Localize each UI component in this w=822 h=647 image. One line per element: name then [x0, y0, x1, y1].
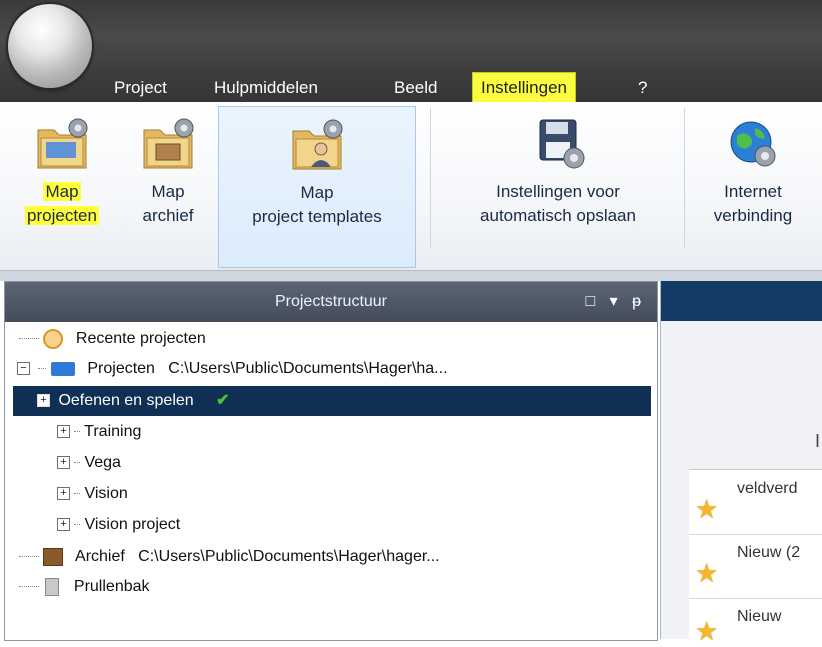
ribbon-separator	[430, 108, 431, 248]
folder-template-icon	[292, 119, 343, 170]
tree-label: Archief	[75, 548, 125, 565]
tree-item-training[interactable]: + Training	[57, 417, 141, 447]
map-projecten-button[interactable]: Map projecten	[4, 106, 120, 266]
tree-label: Oefenen en spelen	[58, 392, 194, 409]
list-item-text: Nieuw	[737, 608, 782, 625]
tree-connector	[74, 493, 80, 495]
tree-item-projecten[interactable]: − Projecten C:\Users\Public\Documents\Ha…	[17, 354, 448, 384]
ribbon: Map projecten Map archief Map project te…	[0, 102, 822, 271]
panel-tools: □ ▾ ᵽ	[575, 282, 641, 322]
right-panel-edge-letter: I	[815, 431, 821, 451]
map-archief-label-2: archief	[142, 206, 194, 225]
window-icon[interactable]: □	[585, 282, 595, 322]
menu-hulpmiddelen[interactable]: Hulpmiddelen	[206, 74, 326, 102]
tree-item-vision-project[interactable]: + Vision project	[57, 510, 180, 540]
checkmark-icon: ✔	[216, 392, 230, 409]
tree-connector	[19, 586, 39, 588]
tree-connector	[74, 524, 80, 526]
tree-label: Recente projecten	[75, 330, 206, 347]
panel-title: Projectstructuur	[274, 293, 388, 310]
tree-label: Vision project	[84, 516, 181, 533]
tree-path: C:\Users\Public\Documents\Hager\hager...	[138, 548, 440, 565]
menu-help[interactable]: ?	[630, 74, 655, 102]
tree-connector	[19, 338, 39, 340]
list-item[interactable]: ★ Nieuw	[689, 598, 822, 646]
clock-icon	[43, 328, 64, 349]
expand-icon[interactable]: +	[57, 425, 70, 439]
tree-connector	[74, 431, 80, 433]
map-templates-label-2: project templates	[252, 207, 382, 226]
menu-instellingen[interactable]: Instellingen	[472, 72, 577, 103]
list-item-text: Nieuw (2	[737, 544, 801, 561]
folder-archive-icon	[143, 118, 194, 169]
tree-label: Training	[84, 423, 142, 440]
list-item[interactable]: ★ veldverd	[689, 470, 822, 535]
panel-header: Projectstructuur □ ▾ ᵽ	[5, 282, 657, 322]
internet-label-1: Internet	[724, 182, 782, 201]
tree-connector	[19, 556, 39, 558]
map-archief-label-1: Map	[151, 182, 185, 201]
map-projecten-label-2: projecten	[25, 206, 99, 225]
tree-connector	[38, 368, 47, 370]
map-projecten-label-1: Map	[43, 182, 81, 201]
internet-label-2: verbinding	[713, 206, 793, 225]
list-item[interactable]: ★ Nieuw (2	[689, 534, 822, 599]
ribbon-divider	[0, 271, 822, 281]
right-panel: I ★ veldverd ★ Nieuw (2 ★ Nieuw	[660, 281, 822, 646]
tree-item-archief[interactable]: Archief C:\Users\Public\Documents\Hager\…	[19, 542, 440, 572]
menu-project[interactable]: Project	[106, 74, 175, 102]
right-panel-header	[661, 281, 822, 321]
expand-icon[interactable]: +	[57, 456, 70, 470]
star-icon: ★	[695, 558, 719, 588]
map-project-templates-button[interactable]: Map project templates	[218, 106, 416, 268]
star-icon: ★	[695, 494, 719, 524]
dropdown-icon[interactable]: ▾	[610, 282, 618, 322]
tree-item-prullenbak[interactable]: Prullenbak	[19, 572, 150, 602]
collapse-icon[interactable]: −	[17, 362, 30, 376]
application-orb-button[interactable]	[8, 4, 92, 88]
floppy-disk-settings-icon	[539, 119, 585, 169]
list-item-text: veldverd	[737, 480, 798, 497]
pin-icon[interactable]: ᵽ	[632, 282, 641, 322]
right-panel-list: ★ veldverd ★ Nieuw (2 ★ Nieuw	[689, 469, 822, 646]
tree-label: Vision	[84, 485, 128, 502]
map-archief-button[interactable]: Map archief	[124, 106, 212, 266]
globe-settings-icon	[730, 121, 776, 167]
internet-connection-button[interactable]: Internet verbinding	[692, 106, 814, 266]
tree-label: Projecten	[87, 360, 155, 377]
autosave-label-1: Instellingen voor	[496, 182, 620, 201]
expand-icon[interactable]: +	[57, 518, 70, 532]
star-icon: ★	[695, 616, 719, 646]
autosave-label-2: automatisch opslaan	[480, 206, 636, 225]
tree-connector	[74, 462, 80, 464]
expand-icon[interactable]: +	[37, 394, 50, 408]
tree-item-oefenen[interactable]: + Oefenen en spelen ✔	[13, 386, 651, 416]
tree-label: Prullenbak	[73, 578, 150, 595]
menu-beeld[interactable]: Beeld	[386, 74, 445, 102]
tree-path: C:\Users\Public\Documents\Hager\ha...	[168, 360, 448, 377]
tree-label: Vega	[84, 454, 121, 471]
expand-icon[interactable]: +	[57, 487, 70, 501]
autosave-settings-button[interactable]: Instellingen voor automatisch opslaan	[440, 106, 676, 266]
archive-box-icon	[43, 547, 64, 566]
ribbon-separator	[684, 108, 685, 248]
folder-settings-icon	[37, 118, 88, 169]
tree-item-vega[interactable]: + Vega	[57, 448, 121, 478]
trash-icon	[45, 577, 60, 596]
project-structure-panel: Projectstructuur □ ▾ ᵽ Recente projecten…	[4, 281, 658, 641]
folder-icon	[50, 361, 75, 376]
tree-item-vision[interactable]: + Vision	[57, 479, 128, 509]
tree-item-recent[interactable]: Recente projecten	[19, 324, 206, 354]
map-templates-label-1: Map	[300, 183, 334, 202]
title-bar: Project Hulpmiddelen Beeld Instellingen …	[0, 0, 822, 103]
